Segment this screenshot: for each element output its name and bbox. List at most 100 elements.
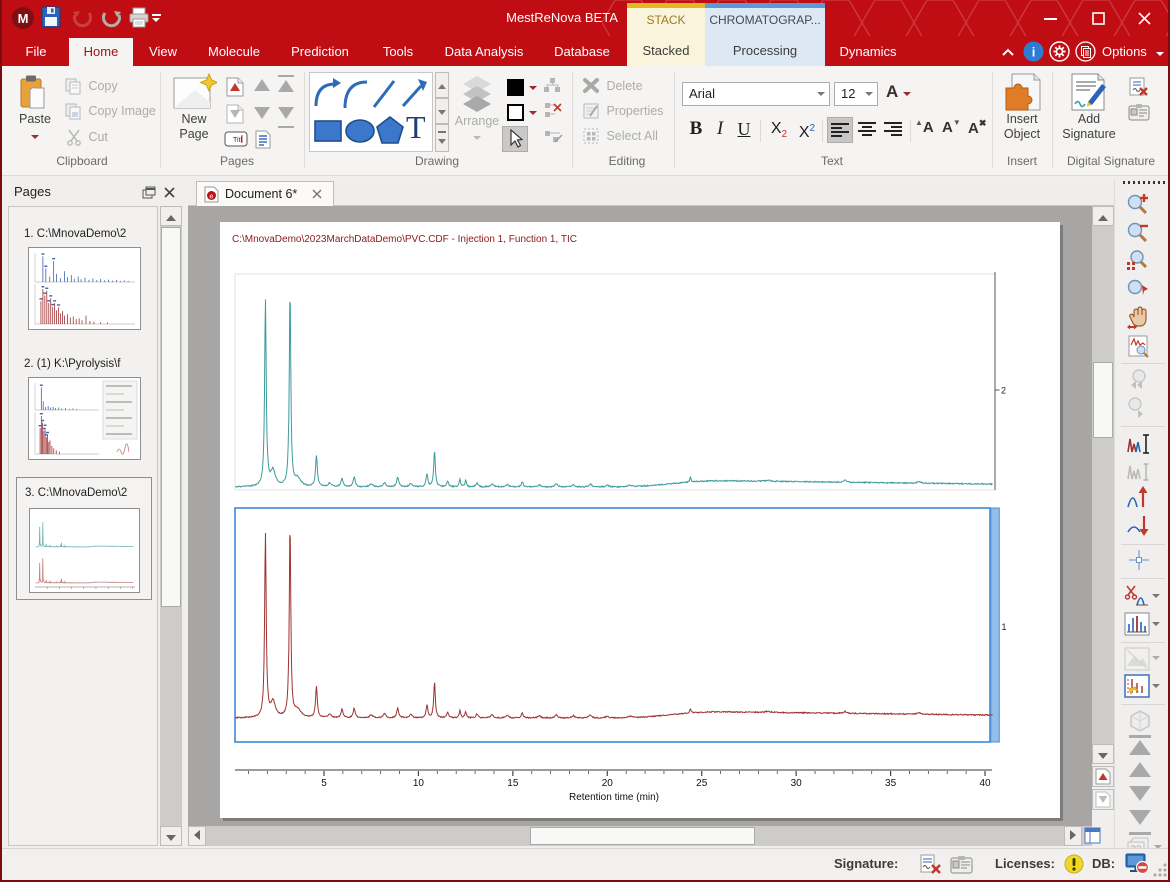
documents-icon[interactable]: [1075, 41, 1096, 62]
insert-object-button[interactable]: Insert Object: [997, 72, 1047, 142]
tab-processing[interactable]: Processing: [705, 43, 825, 58]
add-signature-button[interactable]: Add Signature: [1058, 72, 1120, 142]
align-center-button[interactable]: [855, 117, 881, 143]
move-page-up-icon[interactable]: [254, 78, 270, 96]
resize-grip[interactable]: [1152, 862, 1168, 878]
line-color-dropdown-icon[interactable]: [529, 111, 537, 115]
db-disconnected-icon[interactable]: [1124, 852, 1150, 876]
quick-access-dropdown-icon[interactable]: [152, 14, 161, 22]
pages-scroll-down-icon[interactable]: [160, 826, 182, 846]
zoom-out-icon[interactable]: [1126, 221, 1150, 245]
image-overlay-icon[interactable]: [1124, 647, 1150, 671]
fill-color-dropdown-icon[interactable]: [529, 86, 537, 90]
certificates-icon[interactable]: [1128, 103, 1150, 122]
chromatogram-plot[interactable]: 21510152025303540Retention time (min): [220, 222, 1060, 818]
doc-scroll-up-icon[interactable]: [1092, 206, 1114, 226]
copy-button[interactable]: Copy: [64, 77, 118, 95]
verify-signatures-icon[interactable]: [1128, 76, 1150, 98]
move-page-down-icon[interactable]: [254, 106, 270, 124]
cube-3d-icon[interactable]: [1128, 709, 1152, 733]
save-icon[interactable]: [40, 5, 62, 29]
settings-gear-icon[interactable]: [1049, 41, 1070, 62]
split-view-icon[interactable]: [1084, 827, 1102, 845]
tab-molecule[interactable]: Molecule: [198, 40, 270, 66]
send-to-back-icon[interactable]: [1129, 810, 1151, 835]
fit-intensity-icon[interactable]: [1126, 431, 1152, 457]
shrink-font-button[interactable]: A▼: [942, 118, 961, 136]
arrow-shape-icon[interactable]: [399, 76, 429, 110]
gallery-scroll-down-icon[interactable]: [435, 98, 449, 124]
doc-scroll-right-icon[interactable]: [1064, 826, 1082, 846]
copy-image-button[interactable]: Copy Image: [64, 102, 156, 120]
page-item-3-thumbnail[interactable]: [29, 508, 140, 593]
close-document-icon[interactable]: [312, 189, 323, 200]
doc-scroll-left-icon[interactable]: [188, 826, 206, 846]
line-color-swatch[interactable]: [507, 104, 524, 121]
grow-font-button[interactable]: ▲A: [915, 118, 934, 136]
arc-shape-icon[interactable]: [343, 76, 369, 110]
collapse-ribbon-icon[interactable]: [1000, 46, 1016, 58]
delete-button[interactable]: Delete: [582, 77, 643, 95]
doc-hscrollbar-thumb[interactable]: [530, 827, 755, 845]
subscript-button[interactable]: X2: [766, 116, 792, 148]
connector-tool-icon[interactable]: [543, 76, 561, 94]
selection-cursor-tool[interactable]: [502, 126, 528, 152]
tab-view[interactable]: View: [138, 40, 188, 66]
font-color-button[interactable]: A: [886, 82, 898, 102]
pan-hand-icon[interactable]: [1126, 305, 1152, 331]
next-page-icon[interactable]: [224, 103, 246, 125]
arrange-button[interactable]: Arrange: [452, 74, 502, 144]
document-tab[interactable]: e Document 6*: [196, 181, 334, 206]
previous-page-nav-icon[interactable]: [1092, 766, 1114, 787]
document-vscrollbar[interactable]: [1092, 206, 1114, 764]
minimize-button[interactable]: [1042, 16, 1060, 22]
maximize-button[interactable]: [1091, 11, 1107, 27]
properties-button[interactable]: Properties: [582, 102, 663, 120]
ellipse-shape-icon[interactable]: [344, 113, 376, 149]
new-page-button[interactable]: New Page: [168, 72, 220, 142]
next-page-nav-icon[interactable]: [1092, 789, 1114, 810]
pages-scroll-up-icon[interactable]: [160, 206, 182, 226]
move-page-last-icon[interactable]: [278, 106, 294, 128]
undo-icon[interactable]: [70, 7, 94, 29]
gallery-more-icon[interactable]: [435, 124, 449, 152]
page-item-1-thumbnail[interactable]: [28, 247, 141, 330]
mnova-logo-icon[interactable]: M: [10, 5, 36, 31]
info-icon[interactable]: i: [1023, 41, 1044, 62]
clear-formatting-button[interactable]: A✖: [968, 118, 986, 137]
reroute-connector-icon[interactable]: [543, 127, 563, 147]
underline-button[interactable]: U: [732, 116, 756, 142]
spectrum-display-icon[interactable]: [1124, 612, 1150, 636]
bring-to-front-icon[interactable]: [1129, 735, 1151, 760]
curved-arrow-shape-icon[interactable]: [313, 76, 341, 110]
signature-invalid-icon[interactable]: [920, 854, 942, 875]
peak-threshold-dropdown-icon[interactable]: [1152, 684, 1160, 688]
close-panel-icon[interactable]: [163, 186, 176, 199]
cut-trace-dropdown-icon[interactable]: [1152, 594, 1160, 598]
move-page-first-icon[interactable]: [278, 75, 294, 97]
fit-intensity-all-icon[interactable]: [1126, 458, 1152, 484]
tab-database[interactable]: Database: [546, 40, 618, 66]
align-right-button[interactable]: [881, 117, 907, 143]
cut-trace-icon[interactable]: [1124, 583, 1150, 609]
float-panel-icon[interactable]: [142, 186, 157, 200]
move-backward-icon[interactable]: [1129, 786, 1151, 806]
tab-prediction[interactable]: Prediction: [280, 40, 360, 66]
tab-tools[interactable]: Tools: [372, 40, 424, 66]
pentagon-shape-icon[interactable]: [376, 113, 404, 149]
italic-button[interactable]: I: [710, 116, 730, 142]
font-size-select[interactable]: 12: [834, 82, 878, 106]
rectangle-shape-icon[interactable]: [313, 113, 343, 149]
tab-file[interactable]: File: [14, 40, 58, 66]
align-left-button[interactable]: [827, 117, 853, 143]
pages-scrollbar-thumb[interactable]: [161, 227, 181, 607]
full-page-preview-icon[interactable]: [1126, 333, 1152, 359]
doc-vscrollbar-thumb[interactable]: [1093, 362, 1113, 438]
print-icon[interactable]: [126, 5, 152, 31]
font-family-select[interactable]: Arial: [682, 82, 830, 106]
decrease-intensity-icon[interactable]: [1126, 512, 1152, 538]
tab-data-analysis[interactable]: Data Analysis: [436, 40, 532, 66]
toolbar-drag-handle[interactable]: [1123, 181, 1165, 184]
tab-stacked[interactable]: Stacked: [627, 43, 705, 58]
options-menu[interactable]: Options: [1102, 44, 1147, 59]
